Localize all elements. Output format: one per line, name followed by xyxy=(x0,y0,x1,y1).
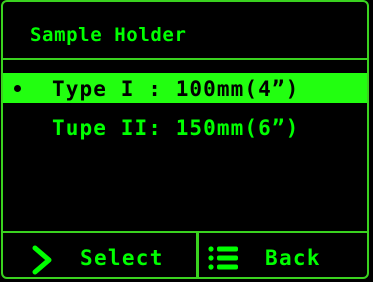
header-divider xyxy=(3,58,367,60)
chevron-right-icon xyxy=(32,245,52,275)
select-button-label: Select xyxy=(80,246,164,270)
device-screen: Sample Holder Type I : 100mm(4”) Tupe II… xyxy=(0,0,373,282)
back-button-label: Back xyxy=(265,246,321,270)
title-bar: Sample Holder xyxy=(3,2,367,58)
back-button[interactable]: Back xyxy=(199,233,367,279)
menu-item-label: Type I : 100mm(4”) xyxy=(52,77,300,101)
select-button[interactable]: Select xyxy=(3,233,196,279)
menu-item-type-1[interactable]: Type I : 100mm(4”) xyxy=(3,73,367,103)
menu-item-label: Tupe II: 150mm(6”) xyxy=(52,116,300,140)
menu-item-type-2[interactable]: Tupe II: 150mm(6”) xyxy=(3,112,367,142)
page-title: Sample Holder xyxy=(30,24,187,46)
selection-bullet-icon xyxy=(14,85,21,92)
list-icon xyxy=(208,246,238,270)
